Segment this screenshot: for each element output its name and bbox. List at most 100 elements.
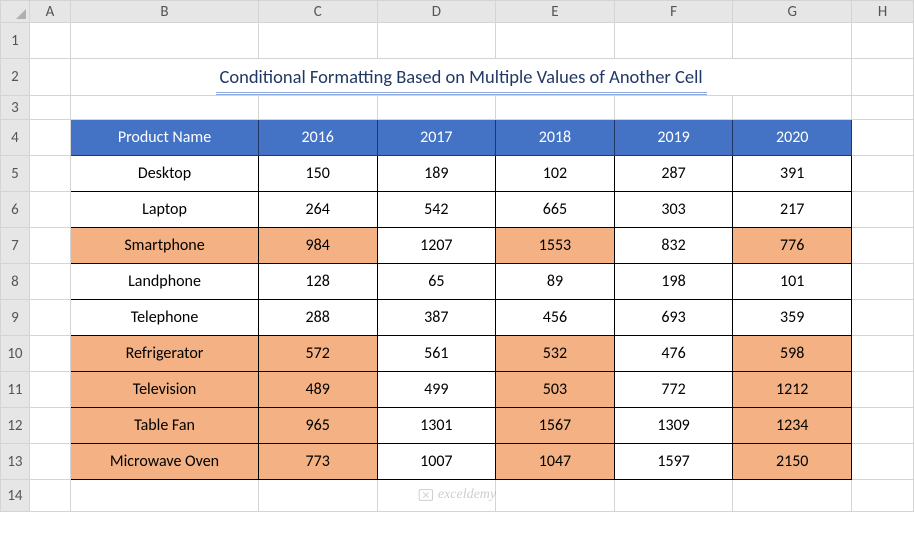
data-cell[interactable]: 198 xyxy=(614,264,733,300)
data-cell[interactable]: 2150 xyxy=(733,444,852,480)
data-cell[interactable]: 217 xyxy=(733,192,852,228)
cell[interactable] xyxy=(614,23,733,59)
row-header-6[interactable]: 6 xyxy=(1,192,30,228)
col-header-H[interactable]: H xyxy=(852,1,914,23)
data-cell[interactable]: 303 xyxy=(614,192,733,228)
data-cell[interactable]: 1309 xyxy=(614,408,733,444)
table-header-name[interactable]: Product Name xyxy=(71,120,259,156)
product-name[interactable]: Laptop xyxy=(71,192,259,228)
data-cell[interactable]: 572 xyxy=(258,336,377,372)
cell[interactable] xyxy=(614,96,733,120)
col-header-F[interactable]: F xyxy=(614,1,733,23)
data-cell[interactable]: 101 xyxy=(733,264,852,300)
data-cell[interactable]: 965 xyxy=(258,408,377,444)
cell[interactable] xyxy=(852,228,914,264)
cell[interactable] xyxy=(29,192,70,228)
cell[interactable] xyxy=(258,96,377,120)
col-header-E[interactable]: E xyxy=(496,1,615,23)
row-header-11[interactable]: 11 xyxy=(1,372,30,408)
table-header-2017[interactable]: 2017 xyxy=(377,120,496,156)
data-cell[interactable]: 476 xyxy=(614,336,733,372)
data-cell[interactable]: 693 xyxy=(614,300,733,336)
data-cell[interactable]: 1212 xyxy=(733,372,852,408)
data-cell[interactable]: 456 xyxy=(496,300,615,336)
cell[interactable] xyxy=(496,23,615,59)
cell[interactable] xyxy=(852,96,914,120)
table-header-2019[interactable]: 2019 xyxy=(614,120,733,156)
cell[interactable] xyxy=(29,156,70,192)
col-header-B[interactable]: B xyxy=(71,1,259,23)
data-cell[interactable]: 499 xyxy=(377,372,496,408)
row-header-4[interactable]: 4 xyxy=(1,120,30,156)
cell[interactable] xyxy=(29,23,70,59)
cell[interactable] xyxy=(258,23,377,59)
cell[interactable] xyxy=(377,96,496,120)
cell[interactable] xyxy=(29,228,70,264)
data-cell[interactable]: 1567 xyxy=(496,408,615,444)
data-cell[interactable]: 489 xyxy=(258,372,377,408)
data-cell[interactable]: 665 xyxy=(496,192,615,228)
cell[interactable] xyxy=(29,408,70,444)
data-cell[interactable]: 102 xyxy=(496,156,615,192)
cell[interactable] xyxy=(496,480,615,512)
cell[interactable] xyxy=(852,480,914,512)
data-cell[interactable]: 1234 xyxy=(733,408,852,444)
data-cell[interactable]: 984 xyxy=(258,228,377,264)
data-cell[interactable]: 150 xyxy=(258,156,377,192)
data-cell[interactable]: 1047 xyxy=(496,444,615,480)
product-name[interactable]: Telephone xyxy=(71,300,259,336)
cell[interactable] xyxy=(71,96,259,120)
data-cell[interactable]: 189 xyxy=(377,156,496,192)
cell[interactable] xyxy=(852,264,914,300)
table-header-2020[interactable]: 2020 xyxy=(733,120,852,156)
product-name[interactable]: Television xyxy=(71,372,259,408)
col-header-A[interactable]: A xyxy=(29,1,70,23)
row-header-7[interactable]: 7 xyxy=(1,228,30,264)
data-cell[interactable]: 561 xyxy=(377,336,496,372)
data-cell[interactable]: 1007 xyxy=(377,444,496,480)
row-header-1[interactable]: 1 xyxy=(1,23,30,59)
product-name[interactable]: Landphone xyxy=(71,264,259,300)
cell[interactable] xyxy=(852,444,914,480)
row-header-14[interactable]: 14 xyxy=(1,480,30,512)
data-cell[interactable]: 1553 xyxy=(496,228,615,264)
row-header-5[interactable]: 5 xyxy=(1,156,30,192)
cell[interactable] xyxy=(852,59,914,96)
data-cell[interactable]: 1301 xyxy=(377,408,496,444)
cell[interactable] xyxy=(29,336,70,372)
cell[interactable] xyxy=(29,120,70,156)
select-all-corner[interactable] xyxy=(1,1,30,23)
table-header-2016[interactable]: 2016 xyxy=(258,120,377,156)
cell[interactable] xyxy=(852,408,914,444)
data-cell[interactable]: 1207 xyxy=(377,228,496,264)
cell[interactable] xyxy=(377,480,496,512)
col-header-D[interactable]: D xyxy=(377,1,496,23)
cell[interactable] xyxy=(29,480,70,512)
cell[interactable] xyxy=(733,23,852,59)
data-cell[interactable]: 1597 xyxy=(614,444,733,480)
cell[interactable] xyxy=(496,96,615,120)
data-cell[interactable]: 387 xyxy=(377,300,496,336)
cell[interactable] xyxy=(71,480,259,512)
cell[interactable] xyxy=(614,480,733,512)
data-cell[interactable]: 772 xyxy=(614,372,733,408)
cell[interactable] xyxy=(377,23,496,59)
cell[interactable] xyxy=(29,444,70,480)
cell[interactable] xyxy=(852,192,914,228)
cell[interactable] xyxy=(29,264,70,300)
row-header-9[interactable]: 9 xyxy=(1,300,30,336)
data-cell[interactable]: 359 xyxy=(733,300,852,336)
data-cell[interactable]: 89 xyxy=(496,264,615,300)
cell[interactable] xyxy=(733,480,852,512)
row-header-13[interactable]: 13 xyxy=(1,444,30,480)
data-cell[interactable]: 288 xyxy=(258,300,377,336)
row-header-12[interactable]: 12 xyxy=(1,408,30,444)
cell[interactable] xyxy=(852,156,914,192)
data-cell[interactable]: 503 xyxy=(496,372,615,408)
cell[interactable] xyxy=(852,372,914,408)
data-cell[interactable]: 391 xyxy=(733,156,852,192)
data-cell[interactable]: 832 xyxy=(614,228,733,264)
product-name[interactable]: Desktop xyxy=(71,156,259,192)
data-cell[interactable]: 65 xyxy=(377,264,496,300)
product-name[interactable]: Table Fan xyxy=(71,408,259,444)
